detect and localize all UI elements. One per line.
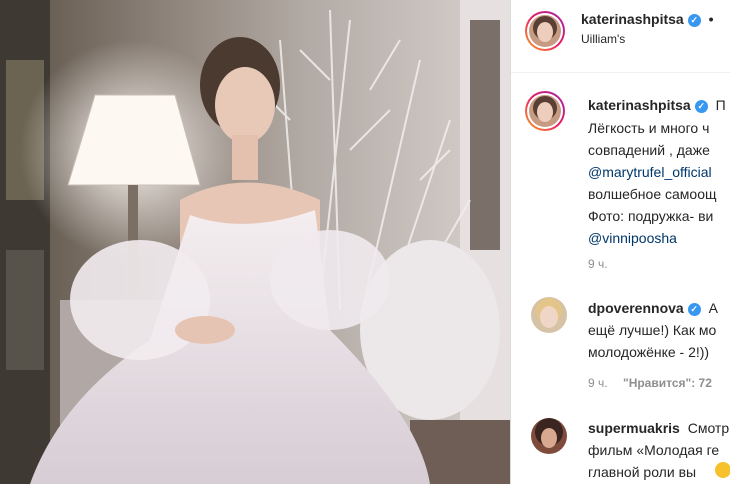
comment-author-name[interactable]: dpoverennova [588, 300, 684, 316]
caption-line: Лёгкость и много ч [588, 120, 710, 136]
caption-mention-link[interactable]: @marytrufel_official [588, 164, 712, 180]
comment-line: фильм «Молодая ге [588, 442, 720, 458]
comment-timestamp[interactable]: 9 ч. [588, 376, 608, 390]
caption-line: Фото: подружка- ви [588, 208, 714, 224]
comment-author[interactable]: supermuakris Смотр [588, 420, 729, 436]
verified-icon: ✓ [687, 14, 701, 27]
emoji-heart-eyes-icon [715, 462, 730, 478]
comment-line: Смотр [687, 420, 730, 436]
header-separator-dot: • [708, 11, 714, 27]
caption-mention-link[interactable]: @vinnipoosha [588, 230, 677, 246]
comment-author-name[interactable]: supermuakris [588, 420, 680, 436]
post-header: katerinashpitsa ✓ • Uilliam's [511, 0, 730, 73]
comment-line: главной роли вы [588, 464, 697, 480]
caption-timestamp[interactable]: 9 ч. [588, 257, 608, 271]
author-avatar-ring[interactable] [525, 11, 565, 51]
caption-line: П [715, 97, 726, 113]
post-location[interactable]: Uilliam's [581, 32, 625, 46]
comment-line: молодожёнке - 2!)) [588, 344, 710, 360]
bride-photo-image [0, 0, 510, 484]
author-avatar [529, 15, 561, 47]
verified-icon: ✓ [694, 100, 708, 113]
caption-avatar-ring[interactable] [525, 91, 565, 131]
caption-author[interactable]: katerinashpitsa ✓ П [588, 97, 726, 113]
comment-line: А [708, 300, 718, 316]
caption-line: совпадений , даже [588, 142, 710, 158]
post-photo[interactable] [0, 0, 510, 484]
commenter-avatar[interactable] [531, 418, 567, 454]
comment-likes[interactable]: "Нравится": 72 [623, 376, 712, 390]
commenter-avatar[interactable] [531, 297, 567, 333]
caption-avatar [529, 95, 561, 127]
comment-line: ещё лучше!) Как мо [588, 322, 717, 338]
post-author-username[interactable]: katerinashpitsa ✓ • [581, 11, 714, 27]
verified-icon: ✓ [687, 303, 701, 316]
post-side-panel: katerinashpitsa ✓ • Uilliam's katerinashp… [510, 0, 730, 484]
caption-author-name[interactable]: katerinashpitsa [588, 97, 691, 113]
post-author-name[interactable]: katerinashpitsa [581, 11, 684, 27]
comment-author[interactable]: dpoverennova ✓ А [588, 300, 718, 316]
caption-line: волшебное самоощ [588, 186, 717, 202]
